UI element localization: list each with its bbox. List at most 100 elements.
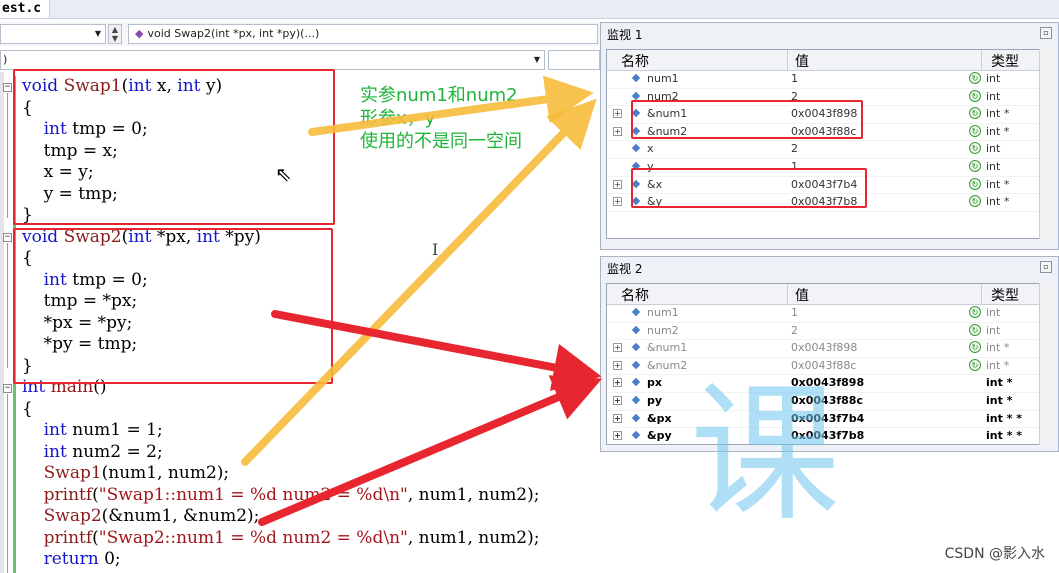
expand-icon[interactable]: + xyxy=(613,126,622,136)
scope-dropdown[interactable]: ▼ xyxy=(0,24,106,44)
watch-row[interactable]: + &num1 0x0043f898 ↻ int * xyxy=(607,340,1039,358)
pin-icon[interactable]: ▫ xyxy=(1040,261,1052,273)
header-value[interactable]: 值 xyxy=(795,51,809,71)
address-xy-highlight-box xyxy=(631,168,867,208)
mouse-pointer-icon: ⇖ xyxy=(275,162,292,186)
refresh-icon[interactable]: ↻ xyxy=(969,341,981,354)
code-line[interactable]: int num1 = 1; xyxy=(22,420,163,440)
code-line[interactable]: int num2 = 2; xyxy=(22,442,163,462)
refresh-icon[interactable]: ↻ xyxy=(969,89,981,102)
watch-name: &num1 xyxy=(647,341,688,355)
watch-type: int * xyxy=(986,358,1010,372)
expand-icon[interactable]: + xyxy=(613,360,622,370)
secondary-dropdown[interactable] xyxy=(548,50,600,70)
method-icon: ◆ xyxy=(135,27,144,40)
expand-icon[interactable]: + xyxy=(613,378,622,388)
watch-type: int * xyxy=(986,107,1010,121)
watch-name: &px xyxy=(647,411,672,425)
watch-name: py xyxy=(647,393,663,407)
watch-value: 2 xyxy=(791,323,798,337)
watch-type: int * * xyxy=(986,429,1023,443)
watch-2-header: 名称 值 类型 xyxy=(607,284,1039,305)
annotation-note: 实参num1和num2 形参x，y 使用的不是同一空间 xyxy=(360,84,522,153)
fold-toggle-main[interactable]: − xyxy=(3,384,12,393)
refresh-icon[interactable]: ↻ xyxy=(969,195,981,208)
scope-spin-button[interactable]: ▲ ▼ xyxy=(108,24,122,44)
header-type[interactable]: 类型 xyxy=(991,285,1019,305)
header-type[interactable]: 类型 xyxy=(991,51,1019,71)
refresh-icon[interactable]: ↻ xyxy=(969,124,981,137)
watch-type: int * xyxy=(986,376,1013,390)
watch-1-grid: 名称 值 类型 num1 1 ↻ int num2 2 ↻ int + &num1 0x0043f8… xyxy=(606,49,1040,239)
code-line[interactable]: return 0; xyxy=(22,549,121,569)
watch-type: int xyxy=(986,323,1001,337)
refresh-icon[interactable]: ↻ xyxy=(969,306,981,318)
variable-icon xyxy=(631,430,641,440)
variable-icon xyxy=(631,91,641,100)
chevron-down-icon: ▼ xyxy=(533,55,540,64)
fold-toggle-swap2[interactable]: − xyxy=(3,233,12,242)
expand-icon[interactable]: + xyxy=(613,179,622,189)
refresh-icon[interactable]: ↻ xyxy=(969,323,981,336)
watch-value: 1 xyxy=(791,306,798,319)
code-line[interactable]: printf("Swap2::num1 = %d num2 = %d\n", n… xyxy=(22,528,540,548)
code-line[interactable]: { xyxy=(22,399,33,419)
variable-icon xyxy=(631,144,641,153)
variable-icon xyxy=(631,395,641,405)
watch-1-title: 监视 1 xyxy=(607,28,643,42)
watch-value: 1 xyxy=(791,72,798,85)
fold-line xyxy=(7,243,8,368)
watch-type: int xyxy=(986,306,1001,319)
watch-2-title: 监视 2 xyxy=(607,262,643,276)
header-name[interactable]: 名称 xyxy=(621,51,649,71)
text-cursor-icon: I xyxy=(432,240,439,259)
variable-icon xyxy=(631,307,641,317)
expand-icon[interactable]: + xyxy=(613,109,622,119)
watch-row[interactable]: num1 1 ↻ int xyxy=(607,305,1039,323)
watch-type: int xyxy=(986,72,1001,85)
refresh-icon[interactable]: ↻ xyxy=(969,159,981,172)
header-value[interactable]: 值 xyxy=(795,285,809,305)
expand-icon[interactable]: + xyxy=(613,343,622,353)
indicator-margin xyxy=(0,72,4,573)
tab-file[interactable]: est.c xyxy=(0,0,51,18)
expand-icon[interactable]: + xyxy=(613,431,622,441)
watch-name: num1 xyxy=(647,306,679,319)
function-dropdown[interactable]: ◆ void Swap2(int *px, int *py)(...) xyxy=(128,24,598,44)
watch-2-scrollbar[interactable] xyxy=(1039,283,1054,445)
watch-name: x xyxy=(647,142,654,156)
refresh-icon[interactable]: ↻ xyxy=(969,72,981,84)
annotation-line-2: 形参x，y xyxy=(360,108,436,129)
watch-type: int xyxy=(986,159,1001,173)
expand-icon[interactable]: + xyxy=(613,413,622,423)
editor-tab-strip: est.c xyxy=(0,0,1059,19)
annotation-line-1: 实参num1和num2 xyxy=(360,85,518,106)
refresh-icon[interactable]: ↻ xyxy=(969,177,981,190)
chevron-down-icon: ▼ xyxy=(94,29,101,38)
expand-icon[interactable]: + xyxy=(613,395,622,405)
code-line[interactable]: Swap2(&num1, &num2); xyxy=(22,506,260,526)
refresh-icon[interactable]: ↻ xyxy=(969,358,981,371)
pin-icon[interactable]: ▫ xyxy=(1040,27,1052,39)
refresh-icon[interactable]: ↻ xyxy=(969,142,981,155)
function-dropdown-label: void Swap2(int *px, int *py)(...) xyxy=(147,27,320,40)
watch-row[interactable]: num2 2 ↻ int xyxy=(607,323,1039,341)
variable-icon xyxy=(631,360,641,370)
watch-1-scrollbar[interactable] xyxy=(1039,49,1054,239)
annotation-line-3: 使用的不是同一空间 xyxy=(360,131,522,152)
watch-type: int xyxy=(986,142,1001,156)
watch-row[interactable]: num1 1 ↻ int xyxy=(607,71,1039,89)
watch-name: px xyxy=(647,376,662,390)
watch-type: int * xyxy=(986,195,1010,209)
refresh-icon[interactable]: ↻ xyxy=(969,107,981,120)
member-dropdown[interactable]: ) ▼ xyxy=(0,50,545,70)
code-line[interactable]: printf("Swap1::num1 = %d num2 = %d\n", n… xyxy=(22,485,540,505)
header-name[interactable]: 名称 xyxy=(621,285,649,305)
watch-name: num1 xyxy=(647,72,679,85)
fold-toggle-swap1[interactable]: − xyxy=(3,83,12,92)
watch-row[interactable]: x 2 ↻ int xyxy=(607,141,1039,159)
variable-icon xyxy=(631,378,641,387)
watch-value: 0x0043f898 xyxy=(791,341,858,355)
expand-icon[interactable]: + xyxy=(613,197,622,207)
code-line[interactable]: Swap1(num1, num2); xyxy=(22,463,230,483)
